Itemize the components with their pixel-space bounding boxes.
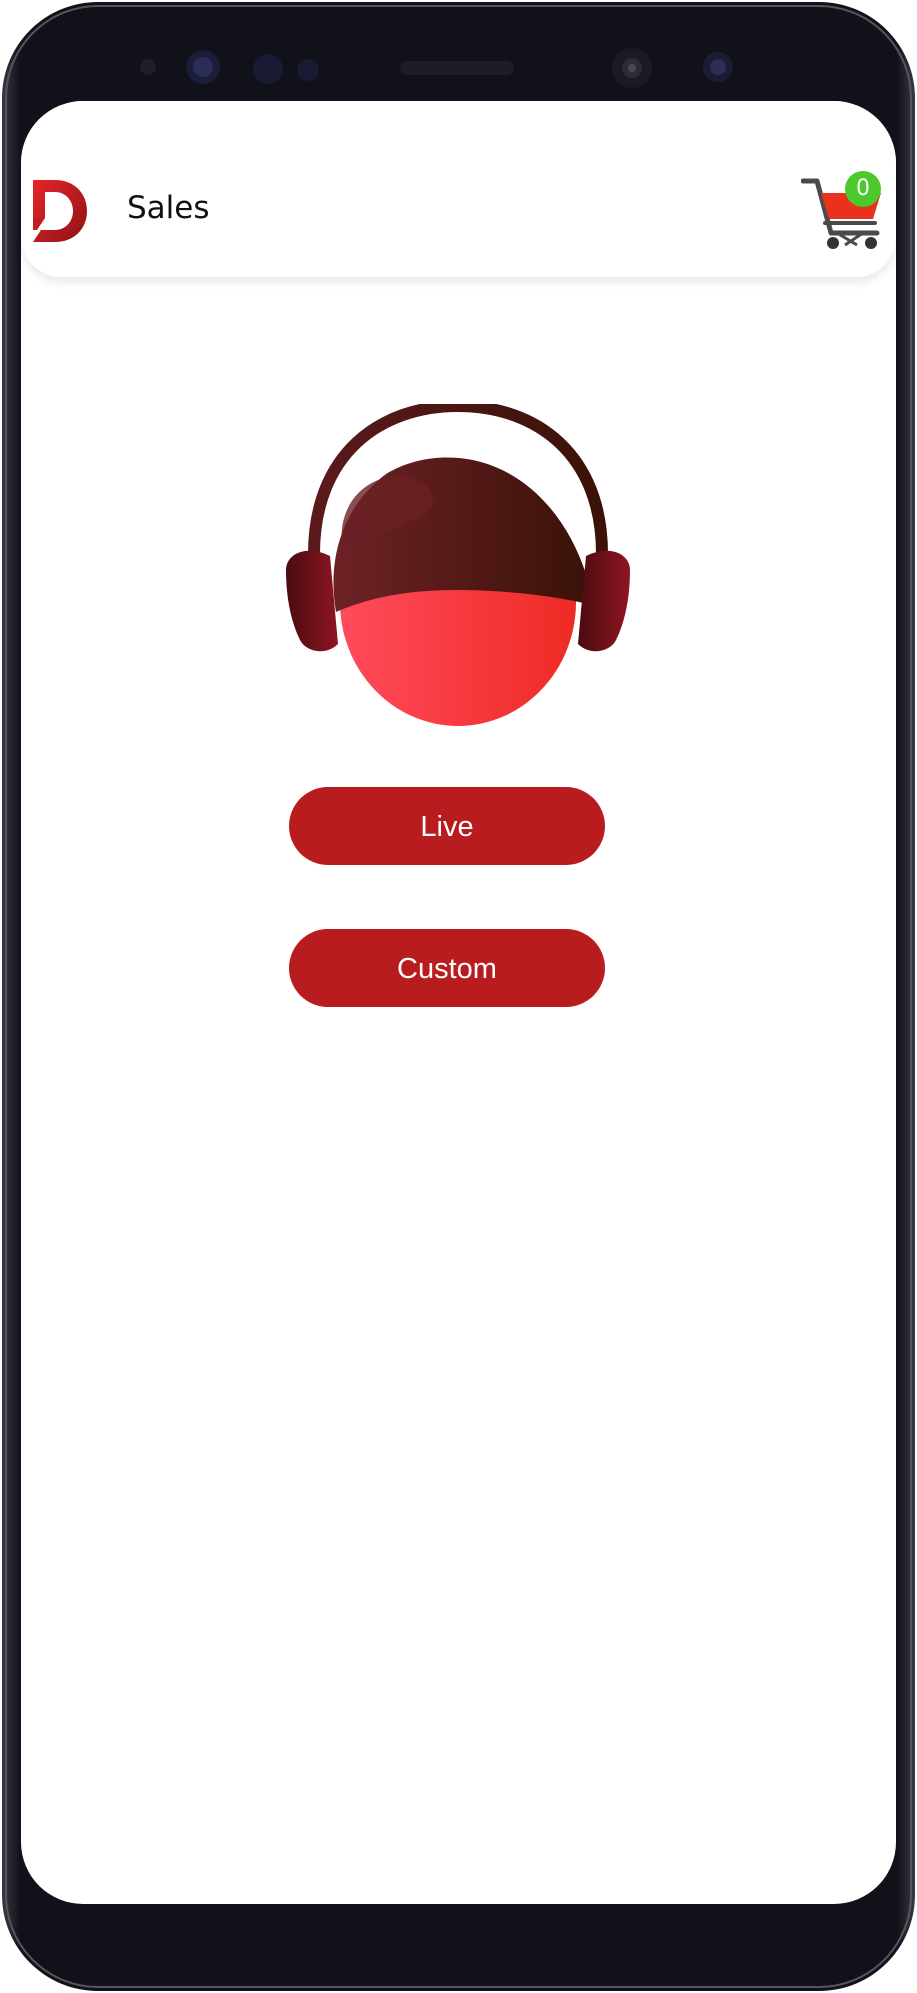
app-screen: Sales 0 Live Custom <box>21 101 896 1904</box>
app-logo-icon[interactable] <box>29 178 87 244</box>
support-agent-headphones-icon <box>286 404 630 726</box>
live-button[interactable]: Live <box>289 787 605 865</box>
page-title: Sales <box>127 190 210 226</box>
app-header: Sales <box>21 101 896 277</box>
custom-button[interactable]: Custom <box>289 929 605 1007</box>
cart-count-badge: 0 <box>845 171 881 207</box>
